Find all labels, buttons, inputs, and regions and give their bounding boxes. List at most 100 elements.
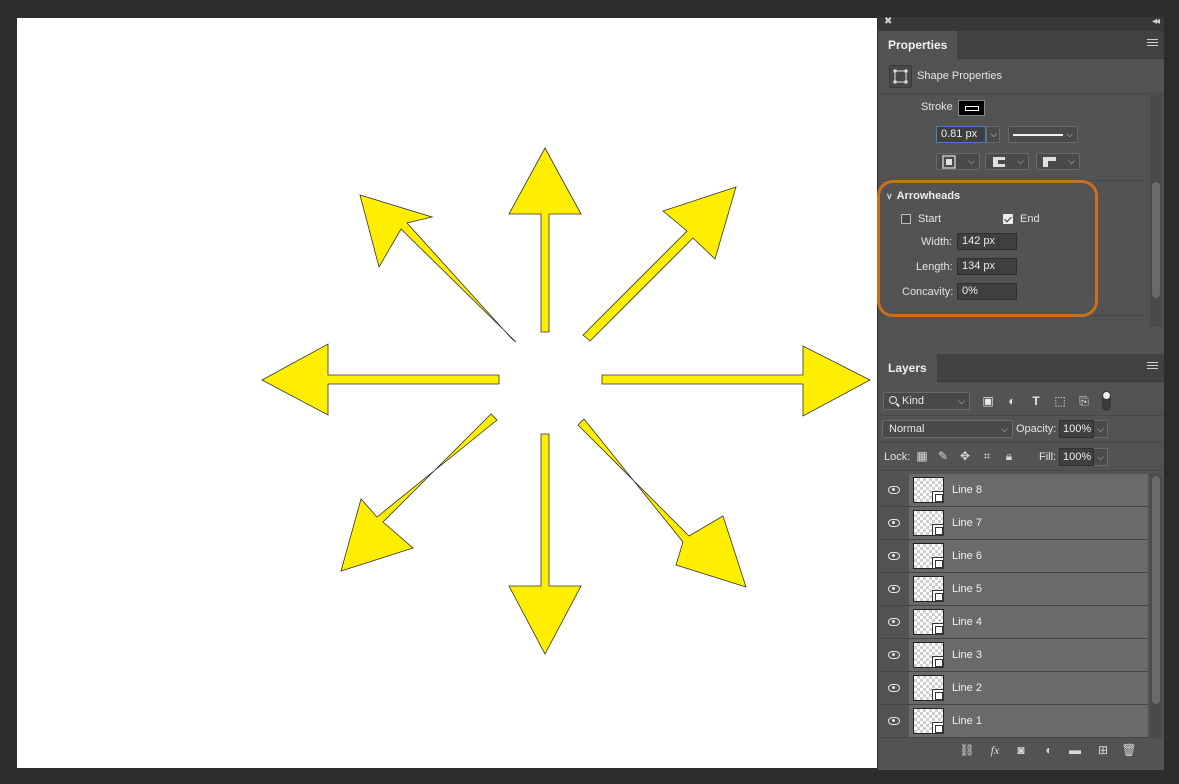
arrow-width-input[interactable]: 142 px bbox=[957, 233, 1017, 250]
filter-toggle[interactable] bbox=[1102, 391, 1111, 411]
shape-layer-icon bbox=[932, 656, 944, 668]
properties-scrollbar-thumb[interactable] bbox=[1152, 182, 1160, 298]
start-checkbox[interactable] bbox=[901, 214, 911, 224]
shape-layer-icon bbox=[932, 491, 944, 503]
stroke-corners-dropdown[interactable]: ⌵ bbox=[1036, 153, 1080, 170]
arrow-length-input[interactable]: 134 px bbox=[957, 258, 1017, 275]
arrows-artwork bbox=[261, 147, 871, 655]
layer-row[interactable]: Line 7 bbox=[878, 507, 1148, 540]
eye-icon bbox=[888, 552, 900, 560]
layer-name: Line 5 bbox=[952, 583, 982, 595]
arrow-up[interactable] bbox=[508, 147, 582, 333]
trash-icon[interactable]: 🗑︎ bbox=[1121, 742, 1137, 758]
end-checkbox[interactable] bbox=[1003, 214, 1013, 224]
layer-row[interactable]: Line 8 bbox=[878, 474, 1148, 507]
fill-dropdown[interactable]: ⌵ bbox=[1094, 448, 1108, 466]
tab-properties[interactable]: Properties bbox=[878, 31, 958, 59]
layer-thumbnail bbox=[913, 576, 944, 602]
arrowheads-section-header[interactable]: ∨ Arrowheads bbox=[886, 190, 960, 202]
visibility-toggle[interactable] bbox=[878, 705, 909, 737]
eye-icon bbox=[888, 684, 900, 692]
layers-scrollbar-thumb[interactable] bbox=[1152, 476, 1160, 704]
stroke-caps-dropdown[interactable]: ⌵ bbox=[985, 153, 1029, 170]
smart-object-filter-icon[interactable]: ⎘ bbox=[1077, 394, 1091, 408]
layer-row[interactable]: Line 6 bbox=[878, 540, 1148, 573]
fx-icon[interactable]: fx bbox=[987, 742, 1003, 758]
lock-transparent-icon[interactable]: ▦ bbox=[915, 449, 929, 463]
layer-name: Line 3 bbox=[952, 649, 982, 661]
blend-mode-dropdown[interactable]: Normal ⌵ bbox=[882, 420, 1013, 438]
adjustment-icon[interactable]: ◐ bbox=[1041, 742, 1057, 758]
document-canvas[interactable] bbox=[17, 18, 877, 768]
layer-name: Line 4 bbox=[952, 616, 982, 628]
layer-name: Line 7 bbox=[952, 517, 982, 529]
eye-icon bbox=[888, 651, 900, 659]
lock-position-icon[interactable]: ✥ bbox=[958, 449, 972, 463]
layer-row[interactable]: Line 2 bbox=[878, 672, 1148, 705]
close-icon[interactable]: ✖ bbox=[884, 16, 892, 27]
image-filter-icon[interactable]: ▣ bbox=[981, 394, 995, 408]
arrow-concavity-input[interactable]: 0% bbox=[957, 283, 1017, 300]
section-divider bbox=[878, 470, 1164, 471]
visibility-toggle[interactable] bbox=[878, 573, 909, 605]
adjustment-filter-icon[interactable]: ◐ bbox=[1005, 394, 1019, 408]
arrow-down-left[interactable] bbox=[340, 413, 498, 572]
layer-row[interactable]: Line 1 bbox=[878, 705, 1148, 738]
opacity-dropdown[interactable]: ⌵ bbox=[1094, 420, 1108, 438]
stroke-type-dropdown[interactable]: ⌵ bbox=[1008, 126, 1078, 143]
shape-filter-icon[interactable]: ⬚ bbox=[1053, 394, 1067, 408]
layer-thumbnail bbox=[913, 708, 944, 734]
stroke-line-preview bbox=[1013, 134, 1063, 136]
layer-row[interactable]: Line 4 bbox=[878, 606, 1148, 639]
panel-dock-header: ✖ ◂◂ bbox=[878, 16, 1164, 31]
lock-label: Lock: bbox=[884, 451, 911, 463]
lock-artboard-icon[interactable]: ⌗ bbox=[980, 449, 994, 463]
stroke-color-swatch[interactable] bbox=[958, 100, 985, 116]
opacity-input[interactable]: 100% bbox=[1059, 420, 1094, 438]
tab-layers[interactable]: Layers bbox=[878, 354, 937, 382]
fill-input[interactable]: 100% bbox=[1059, 448, 1094, 466]
arrow-up-left[interactable] bbox=[359, 194, 517, 343]
link-icon[interactable]: ⛓︎ bbox=[959, 742, 975, 758]
layer-thumbnail bbox=[913, 477, 944, 503]
visibility-toggle[interactable] bbox=[878, 540, 909, 572]
filter-kind-label: Kind bbox=[902, 395, 925, 407]
shape-layer-icon bbox=[932, 689, 944, 701]
stroke-width-input[interactable]: 0.81 px bbox=[936, 126, 986, 143]
visibility-toggle[interactable] bbox=[878, 672, 909, 704]
lock-all-icon[interactable]: 🔒︎ bbox=[1002, 449, 1016, 463]
layer-row[interactable]: Line 5 bbox=[878, 573, 1148, 606]
type-filter-icon[interactable]: T bbox=[1029, 394, 1043, 408]
layer-thumbnail bbox=[913, 675, 944, 701]
arrow-up-right[interactable] bbox=[582, 186, 737, 342]
visibility-toggle[interactable] bbox=[878, 507, 909, 539]
folder-icon[interactable]: ▬ bbox=[1067, 742, 1083, 758]
section-divider bbox=[878, 442, 1164, 443]
shape-layer-icon bbox=[932, 557, 944, 569]
stroke-align-icon bbox=[942, 155, 956, 169]
arrow-down[interactable] bbox=[508, 433, 582, 655]
layers-tabbar: Layers bbox=[878, 354, 1164, 382]
layer-row[interactable]: Line 3 bbox=[878, 639, 1148, 672]
visibility-toggle[interactable] bbox=[878, 606, 909, 638]
arrow-left[interactable] bbox=[261, 343, 500, 416]
stroke-width-dropdown[interactable]: ⌵ bbox=[986, 126, 1000, 143]
layers-menu-icon[interactable] bbox=[1147, 362, 1158, 371]
properties-menu-icon[interactable] bbox=[1147, 39, 1158, 48]
arrow-right[interactable] bbox=[601, 345, 871, 417]
visibility-toggle[interactable] bbox=[878, 474, 909, 506]
lock-pixels-icon[interactable]: ✎ bbox=[936, 449, 950, 463]
arrowheads-title: Arrowheads bbox=[896, 190, 961, 202]
collapse-panels-icon[interactable]: ◂◂ bbox=[1152, 16, 1160, 27]
layer-thumbnail bbox=[913, 543, 944, 569]
mask-icon[interactable]: ◙ bbox=[1013, 742, 1029, 758]
visibility-toggle[interactable] bbox=[878, 639, 909, 671]
arrow-down-right[interactable] bbox=[577, 418, 747, 588]
search-icon bbox=[889, 396, 897, 404]
layer-name: Line 2 bbox=[952, 682, 982, 694]
stroke-align-dropdown[interactable]: ⌵ bbox=[936, 153, 980, 170]
opacity-label: Opacity: bbox=[1016, 423, 1057, 435]
filter-kind-dropdown[interactable]: Kind ⌵ bbox=[883, 392, 970, 410]
stroke-label: Stroke bbox=[921, 101, 953, 113]
new-layer-icon[interactable]: ⊞ bbox=[1095, 742, 1111, 758]
